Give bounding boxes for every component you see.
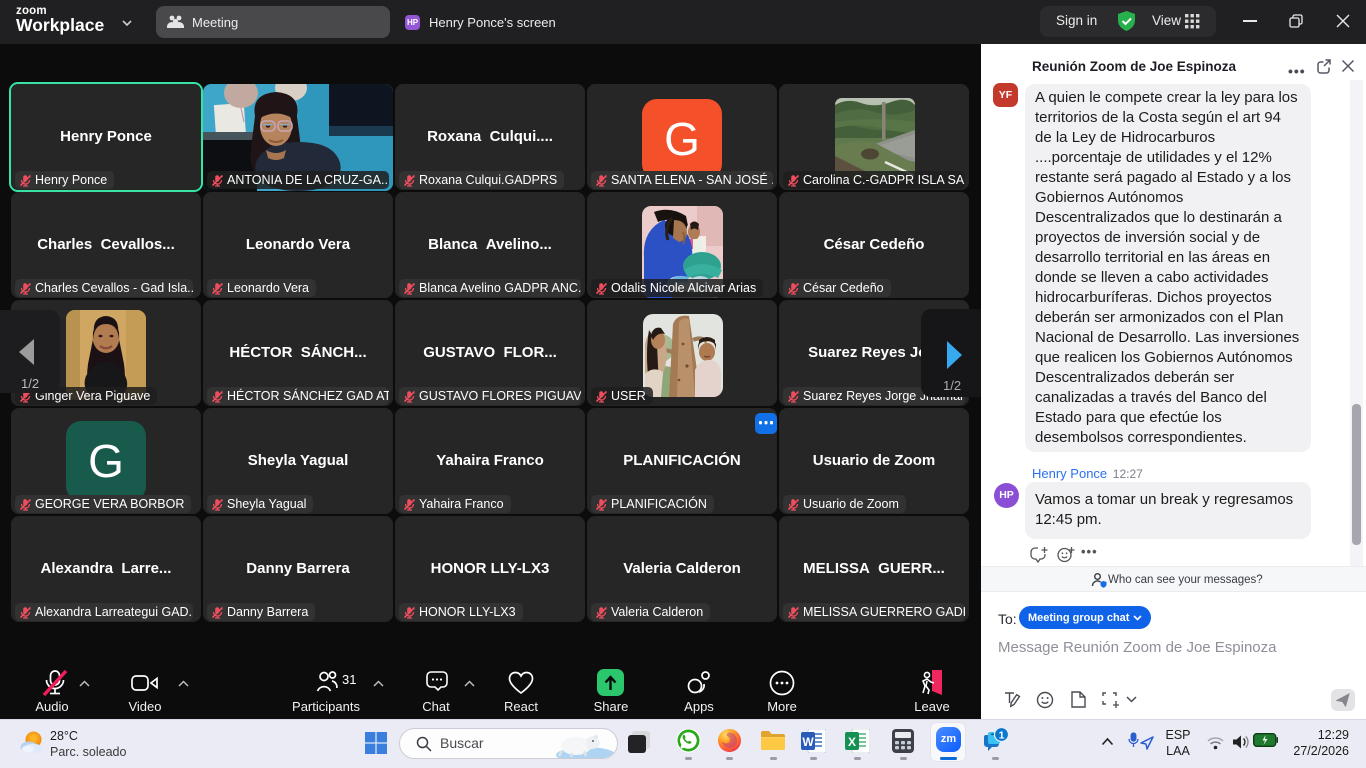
svg-text:1: 1 <box>999 730 1005 742</box>
svg-text:X: X <box>848 735 856 749</box>
svg-text:W: W <box>802 735 814 749</box>
